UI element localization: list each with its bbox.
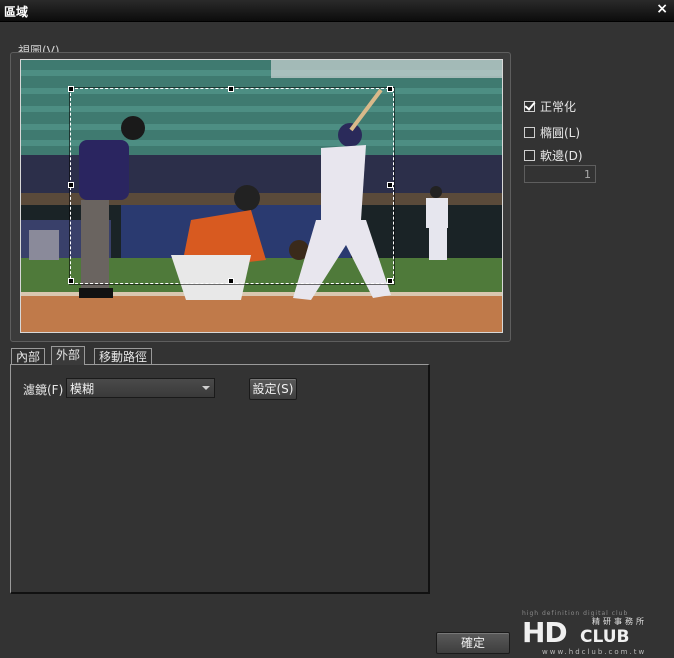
resize-handle[interactable] [228,278,234,284]
watermark-url: www.hdclub.com.tw [542,648,647,656]
resize-handle[interactable] [68,182,74,188]
preview-group [10,52,511,342]
resize-handle[interactable] [228,86,234,92]
filter-select[interactable]: 模糊 [66,378,215,398]
outer-tab-panel [10,364,430,594]
tab-inner[interactable]: 內部 [11,348,46,365]
resize-handle[interactable] [387,278,393,284]
ellipse-label: 橢圓(L) [540,126,581,140]
chevron-down-icon[interactable] [202,386,210,390]
resize-handle[interactable] [68,86,74,92]
resize-handle[interactable] [387,86,393,92]
normalize-label: 正常化 [540,100,577,114]
region-selection-rect[interactable] [68,86,394,284]
resize-handle[interactable] [387,182,393,188]
soft-edge-checkbox[interactable]: 軟邊(D) [524,147,583,164]
resize-handle[interactable] [68,278,74,284]
checkbox-icon[interactable] [524,127,535,138]
checkbox-checked-icon[interactable] [524,101,535,112]
watermark-brand-sub: CLUB [580,627,630,647]
ok-button[interactable]: 確定 [436,632,510,654]
preview-image[interactable] [20,59,503,333]
soft-edge-label: 軟邊(D) [540,149,583,163]
filter-select-value: 模糊 [70,382,95,396]
settings-button[interactable]: 設定(S) [249,378,297,400]
checkbox-icon[interactable] [524,150,535,161]
soft-edge-input[interactable]: 1 [524,165,596,183]
title-bar: 區域 × [0,0,674,22]
filter-label: 濾鏡(F) [23,383,64,397]
ellipse-checkbox[interactable]: 橢圓(L) [524,124,580,141]
watermark-logo: high definition digital club HD 精研事務所 CL… [522,610,672,656]
tab-outer[interactable]: 外部 [51,346,86,365]
close-icon[interactable]: × [656,1,668,17]
watermark-brand-main: HD [522,616,568,649]
normalize-checkbox[interactable]: 正常化 [524,98,576,115]
window-title: 區域 [4,5,29,19]
watermark-brand-cn: 精研事務所 [592,617,647,626]
tab-motion-path[interactable]: 移動路徑 [94,348,153,365]
